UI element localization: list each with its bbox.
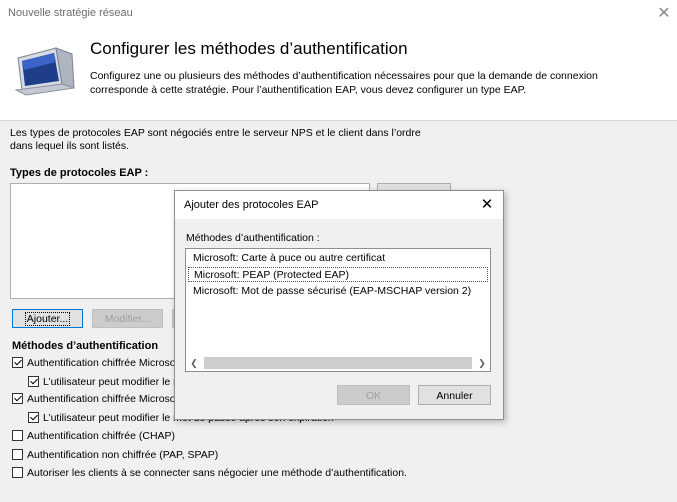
checkbox[interactable] xyxy=(12,357,23,368)
dialog-title: Ajouter des protocoles EAP xyxy=(184,199,319,211)
option-label: Authentification chiffrée (CHAP) xyxy=(27,430,176,442)
checkbox[interactable] xyxy=(28,376,39,387)
page-description-line: corresponde à cette stratégie. Pour l’au… xyxy=(90,84,527,96)
auth-methods-list[interactable]: Microsoft: Carte à puce ou autre certifi… xyxy=(185,248,491,372)
page-description: Configurez une ou plusieurs des méthodes… xyxy=(90,69,650,97)
option-no-auth[interactable]: Autoriser les clients à se connecter san… xyxy=(12,467,407,481)
ok-button[interactable]: OK xyxy=(337,385,410,405)
title-bar: Nouvelle stratégie réseau ✕ xyxy=(0,0,677,28)
move-up-button[interactable] xyxy=(377,183,451,190)
auth-methods-label: Méthodes d’authentification xyxy=(12,340,159,352)
close-icon[interactable]: ✕ xyxy=(477,195,497,215)
list-item[interactable]: Microsoft: Mot de passe sécurisé (EAP-MS… xyxy=(188,284,488,299)
add-button[interactable]: Ajouter... xyxy=(12,309,83,328)
option-label: Autoriser les clients à se connecter san… xyxy=(27,467,407,479)
cancel-button[interactable]: Annuler xyxy=(418,385,491,405)
network-computer-icon xyxy=(12,44,76,96)
list-item-selected[interactable]: Microsoft: PEAP (Protected EAP) xyxy=(188,267,488,282)
dialog-list-label: Méthodes d’authentification : xyxy=(186,232,320,244)
scroll-left-icon[interactable]: ❮ xyxy=(187,355,201,371)
list-item[interactable]: Microsoft: Carte à puce ou autre certifi… xyxy=(188,251,488,266)
checkbox[interactable] xyxy=(12,393,23,404)
eap-intro-text: Les types de protocoles EAP sont négocié… xyxy=(10,127,470,153)
cancel-button-label: Annuler xyxy=(436,390,473,402)
add-button-label: Ajouter... xyxy=(24,312,71,326)
ok-button-label: OK xyxy=(365,390,382,402)
add-eap-dialog: Ajouter des protocoles EAP ✕ Méthodes d’… xyxy=(174,190,504,420)
intro-line: Les types de protocoles EAP sont négocié… xyxy=(10,127,421,139)
close-icon[interactable]: ✕ xyxy=(654,4,674,24)
window-title: Nouvelle stratégie réseau xyxy=(8,7,133,19)
option-chap[interactable]: Authentification chiffrée (CHAP) xyxy=(12,430,175,444)
horizontal-scrollbar[interactable]: ❮ ❯ xyxy=(187,355,489,371)
checkbox[interactable] xyxy=(12,430,23,441)
checkbox[interactable] xyxy=(12,467,23,478)
modify-button-label: Modifier... xyxy=(104,313,151,325)
eap-types-label: Types de protocoles EAP : xyxy=(10,167,149,179)
scroll-right-icon[interactable]: ❯ xyxy=(475,355,489,371)
page-description-line: Configurez une ou plusieurs des méthodes… xyxy=(90,70,598,82)
intro-line: dans lequel ils sont listés. xyxy=(10,140,130,152)
checkbox[interactable] xyxy=(12,449,23,460)
dialog-title-bar: Ajouter des protocoles EAP ✕ xyxy=(175,191,503,219)
page-title: Configurer les méthodes d’authentificati… xyxy=(90,39,408,58)
checkbox[interactable] xyxy=(28,412,39,423)
option-pap[interactable]: Authentification non chiffrée (PAP, SPAP… xyxy=(12,449,218,463)
header-separator xyxy=(0,120,677,121)
option-label: Authentification non chiffrée (PAP, SPAP… xyxy=(27,449,219,461)
modify-button[interactable]: Modifier... xyxy=(92,309,163,328)
scroll-thumb[interactable] xyxy=(204,357,472,369)
